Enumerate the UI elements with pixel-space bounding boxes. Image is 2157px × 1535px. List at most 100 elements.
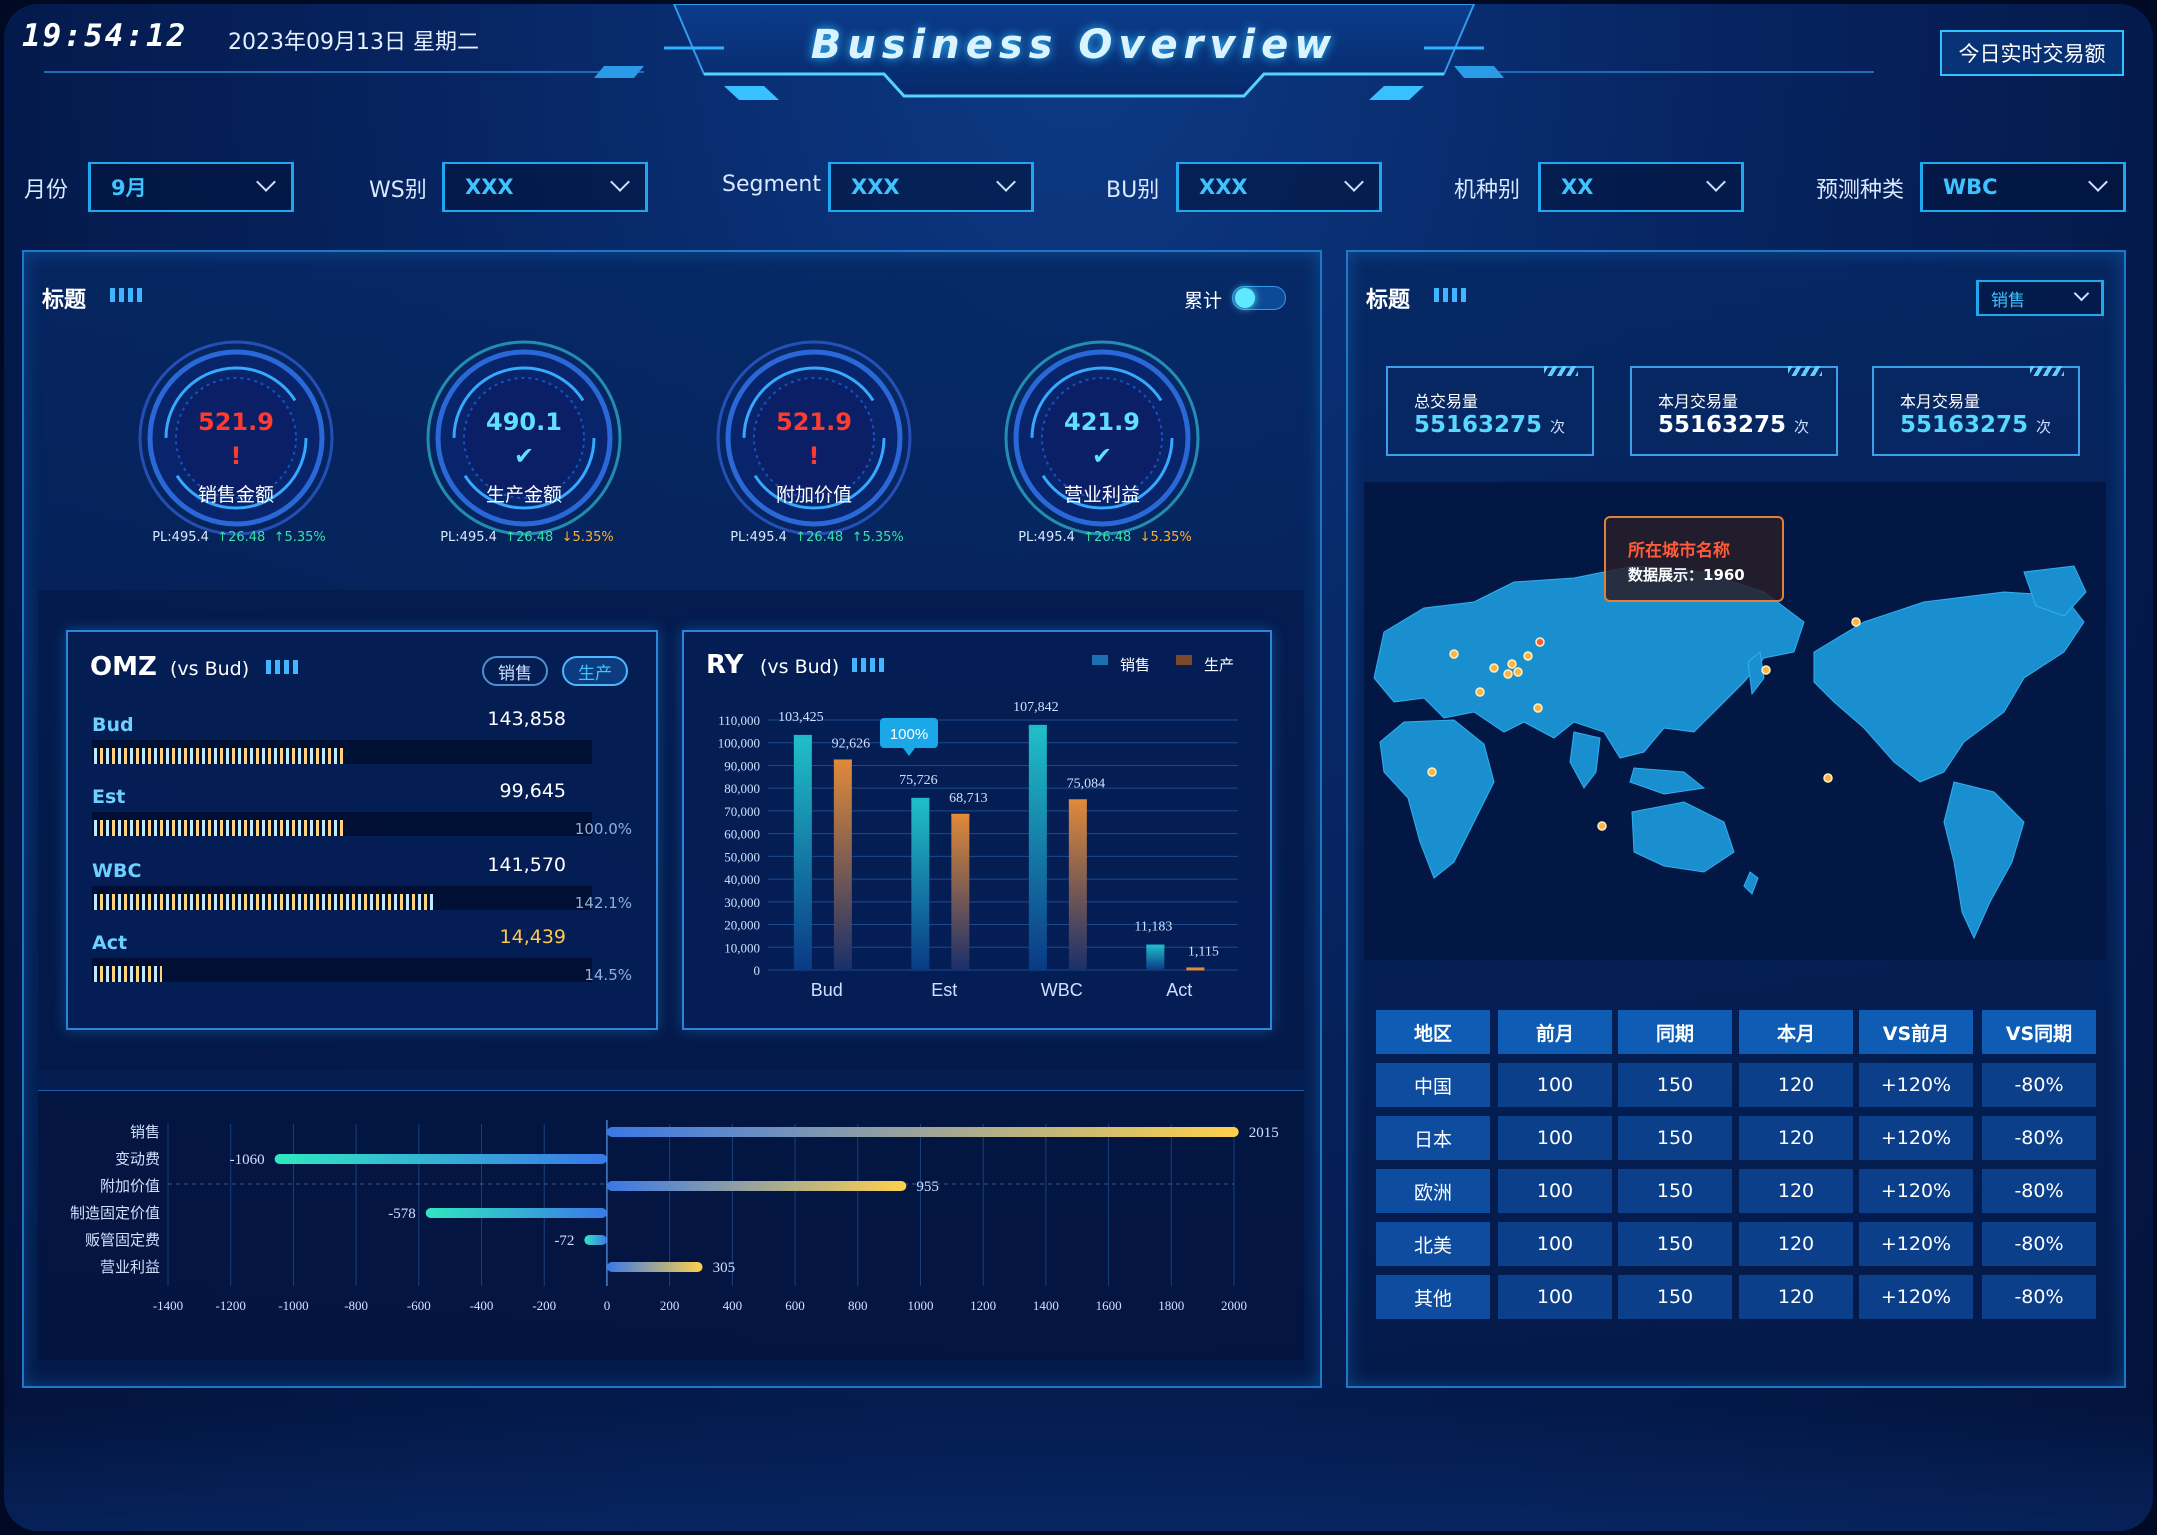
gauge-value: 521.9: [198, 408, 274, 436]
x-tick-label: 200: [660, 1298, 680, 1313]
bar-value-label: -578: [388, 1206, 416, 1222]
omz-bar-fill: [94, 748, 346, 764]
bar-value-label: 75,084: [1067, 776, 1106, 791]
right-panel-title: 标题: [1366, 288, 1411, 313]
table-cell: 日本: [1376, 1116, 1490, 1160]
table-cell: 120: [1739, 1116, 1853, 1160]
x-tick-label: WBC: [1041, 980, 1083, 1000]
up-arrow-icon: ↑: [505, 530, 517, 545]
omz-tab-sales[interactable]: 销售: [482, 656, 548, 686]
map-tooltip-title: 所在城市名称: [1628, 541, 1730, 561]
chevron-down-icon: [2073, 285, 2090, 302]
table-cell: -80%: [1982, 1222, 2096, 1266]
ry-bar-chart: 0 10,000 20,000 30,000 40,000 50,000 60,000 70,…: [718, 700, 1238, 1000]
x-tick-label: 1800: [1158, 1298, 1184, 1313]
y-tick-label: 30,000: [724, 895, 760, 910]
category-label: 变动费: [115, 1150, 160, 1168]
kpi-card-total: 总交易量 55163275 次: [1386, 366, 1594, 456]
y-tick-label: 0: [754, 963, 761, 978]
pl-text: PL:495.4: [440, 530, 497, 545]
y-tick-label: 80,000: [724, 781, 760, 796]
profit-bar-chart: -1400 -1200 -1000 -800 -600 -400 -200 0 200 400 60…: [70, 1120, 1279, 1313]
omz-row-label: Act: [92, 932, 128, 954]
table-cell: 150: [1618, 1222, 1732, 1266]
omz-bar-track: [92, 958, 592, 982]
pl-text: PL:495.4: [730, 530, 787, 545]
pct-text: 5.35%: [862, 530, 904, 545]
bar-positive: [606, 1127, 1239, 1137]
y-tick-label: 100,000: [718, 736, 760, 751]
kpi-value: 55163275 次: [1658, 412, 1810, 438]
omz-bar-fill: [94, 820, 346, 836]
right-panel-select[interactable]: 销售: [1976, 280, 2104, 316]
table-cell: 120: [1739, 1169, 1853, 1213]
table-cell: -80%: [1982, 1275, 2096, 1319]
check-icon: ✔: [1091, 442, 1113, 470]
bar-value-label: -72: [554, 1233, 574, 1249]
header-line-left: [44, 66, 644, 78]
realtime-trade-button[interactable]: 今日实时交易额: [1940, 30, 2124, 76]
header-line-right: [1454, 66, 1874, 78]
left-panel-title: 标题: [42, 288, 87, 313]
bar-value-label: 103,425: [778, 710, 824, 725]
y-tick-label: 20,000: [724, 918, 760, 933]
omz-title: OMZ: [90, 652, 157, 682]
filter-label-forecast: 预测种类: [1816, 178, 1905, 203]
table-cell: -80%: [1982, 1063, 2096, 1107]
chevron-down-icon: [1706, 172, 1726, 192]
filter-value: XX: [1561, 175, 1594, 199]
legend-swatch-sales: [1092, 655, 1108, 665]
title-deco-icon: [266, 660, 298, 674]
gauge-name: 销售金额: [197, 484, 274, 506]
gauge-value: 421.9: [1064, 408, 1140, 436]
cumulative-toggle[interactable]: [1232, 286, 1286, 310]
omz-row-label: Bud: [92, 714, 134, 736]
filter-select-segment[interactable]: XXX: [828, 162, 1034, 212]
bar-negative: [584, 1235, 607, 1245]
bar-positive: [606, 1181, 907, 1191]
kpi-value: 55163275 次: [1414, 412, 1566, 438]
filter-label-segment: Segment: [722, 172, 821, 197]
table-header-cell: VS同期: [1982, 1010, 2096, 1054]
filter-value: XXX: [851, 175, 900, 199]
x-tick-label: 1600: [1096, 1298, 1122, 1313]
cumulative-label: 累计: [1184, 290, 1223, 312]
omz-subtitle: (vs Bud): [170, 658, 250, 680]
card-deco-icon: [1544, 366, 1578, 376]
dashboard: 19:54:12 2023年09月13日 星期二 Business Overvi…: [4, 4, 2153, 1531]
bar-negative: [425, 1208, 607, 1218]
filter-label-bu: BU别: [1106, 178, 1160, 203]
table-cell: 150: [1618, 1063, 1732, 1107]
table-cell: 120: [1739, 1275, 1853, 1319]
bar-value-label: 305: [713, 1260, 736, 1276]
filter-label-ws: WS别: [369, 178, 427, 203]
warning-icon: !: [808, 442, 820, 470]
legend-label-sales: 销售: [1120, 656, 1151, 674]
filter-select-month[interactable]: 9月: [88, 162, 294, 212]
bar-cap: [1146, 944, 1165, 948]
x-tick-label: -600: [407, 1298, 431, 1313]
filter-select-model[interactable]: XX: [1538, 162, 1744, 212]
filter-value: XXX: [1199, 175, 1248, 199]
category-label: 制造固定价值: [70, 1204, 160, 1222]
legend-label-production: 生产: [1204, 656, 1235, 674]
table-cell: 欧洲: [1376, 1169, 1490, 1213]
clock: 19:54:12: [22, 18, 188, 54]
bar-cap: [1186, 967, 1205, 971]
date-text: 2023年09月13日 星期二: [228, 30, 479, 55]
table-cell: -80%: [1982, 1169, 2096, 1213]
omz-tab-production[interactable]: 生产: [562, 656, 628, 686]
category-label: 营业利益: [100, 1258, 160, 1276]
filter-select-bu[interactable]: XXX: [1176, 162, 1382, 212]
x-tick-label: Act: [1166, 980, 1192, 1000]
table-cell: 100: [1498, 1063, 1612, 1107]
table-header-cell: 本月: [1739, 1010, 1853, 1054]
omz-row-value: 99,645: [499, 780, 566, 802]
omz-row-pct: 14.5%: [584, 966, 632, 984]
bar-value-label: 955: [916, 1179, 939, 1195]
filter-select-forecast[interactable]: WBC: [1920, 162, 2126, 212]
table-cell: 120: [1739, 1063, 1853, 1107]
filter-select-ws[interactable]: XXX: [442, 162, 648, 212]
filter-value: WBC: [1943, 175, 1998, 199]
gauge-ring: [716, 340, 912, 536]
